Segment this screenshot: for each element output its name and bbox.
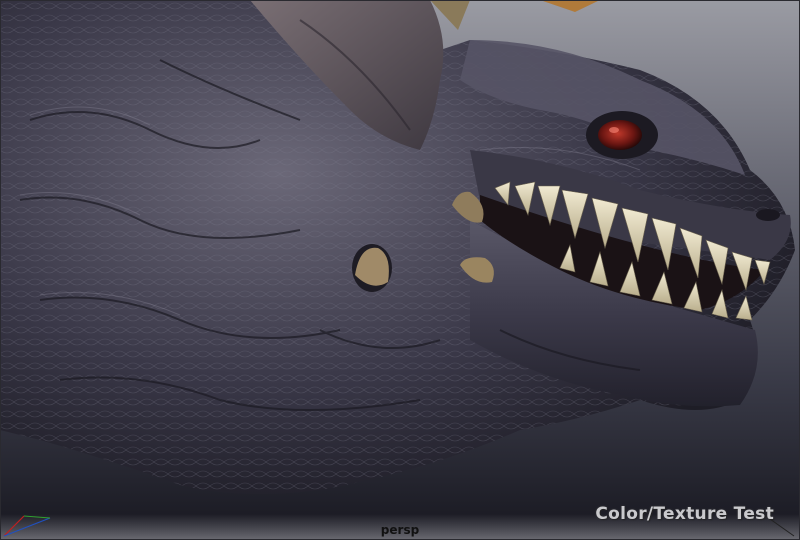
camera-name-label: persp xyxy=(380,523,420,537)
dragon-eye xyxy=(598,120,642,150)
horn-tip-orange xyxy=(540,0,600,12)
persp-viewport[interactable]: Color/Texture Test persp xyxy=(0,0,800,540)
hud-overlay-label: Color/Texture Test xyxy=(595,504,774,524)
nostril xyxy=(756,209,780,221)
dragon-head-model[interactable] xyxy=(0,0,800,540)
